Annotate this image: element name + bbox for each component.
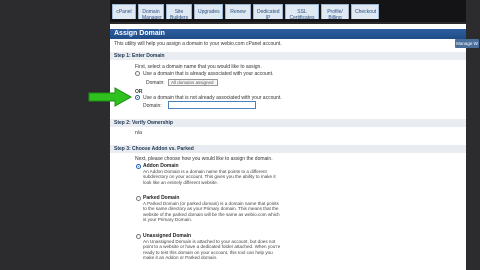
new-domain-field-label: Domain: [143, 103, 162, 109]
addon-domain-radio[interactable] [136, 164, 141, 169]
description-line: make it an Addon or Parked domain. [143, 255, 218, 261]
step3-prompt: Next, please choose how you would like t… [135, 156, 273, 162]
tab-profile-billing[interactable]: Profile/ Billing [321, 4, 349, 19]
unassigned-domain-radio[interactable] [136, 234, 141, 239]
tab-cpanel[interactable]: cPanel [112, 4, 136, 19]
tab-renew[interactable]: Renew [225, 4, 251, 19]
tab-site-builders[interactable]: Site Builders [166, 4, 192, 19]
description-line: look like an entirely different website. [143, 179, 218, 185]
left-background [0, 0, 110, 270]
tab-ssl-certificates[interactable]: SSL Certificates [285, 4, 319, 19]
step2-heading: Step 2: Verify Ownership [110, 119, 466, 127]
description-line: is your Primary Domain. [143, 217, 193, 223]
intro-text: This utility will help you assign a doma… [114, 41, 282, 47]
parked-domain-radio[interactable] [136, 196, 141, 201]
unassigned-domain-description: An Unassigned Domain is attached to your… [143, 239, 313, 261]
existing-domain-field-label: Domain: [146, 80, 165, 86]
tab-upgrades[interactable]: Upgrades [194, 4, 223, 19]
tab-checkout[interactable]: Checkout [351, 4, 379, 19]
domain-input[interactable] [168, 101, 256, 109]
account-tabs: cPanel Domain Manager Site Builders Upgr… [112, 4, 379, 24]
manage-button[interactable]: Manage W [455, 39, 479, 48]
parked-domain-description: A Parked Domain (or parked domain) is a … [143, 201, 313, 223]
step3-heading: Step 3: Choose Addon vs. Parked [110, 145, 466, 153]
addon-domain-description: An Addon Domain is a domain name that po… [143, 169, 313, 185]
existing-domain-radio[interactable] [135, 71, 140, 76]
verify-status: n/a [135, 130, 142, 136]
green-right-arrow-icon [88, 87, 133, 107]
assign-domain-page: Assign Domain This utility will help you… [110, 24, 466, 270]
existing-domain-label: Use a domain that is already associated … [143, 71, 274, 77]
tab-domain-manager[interactable]: Domain Manager [138, 4, 164, 19]
new-domain-radio[interactable] [135, 95, 140, 100]
tab-dedicated-ip[interactable]: Dedicated IP [253, 4, 283, 19]
page-title: Assign Domain [110, 29, 466, 39]
step1-prompt: First, select a domain name that you wou… [135, 64, 262, 70]
domain-select[interactable]: All domains assigned [168, 79, 218, 86]
step1-heading: Step 1: Enter Domain [110, 52, 466, 60]
